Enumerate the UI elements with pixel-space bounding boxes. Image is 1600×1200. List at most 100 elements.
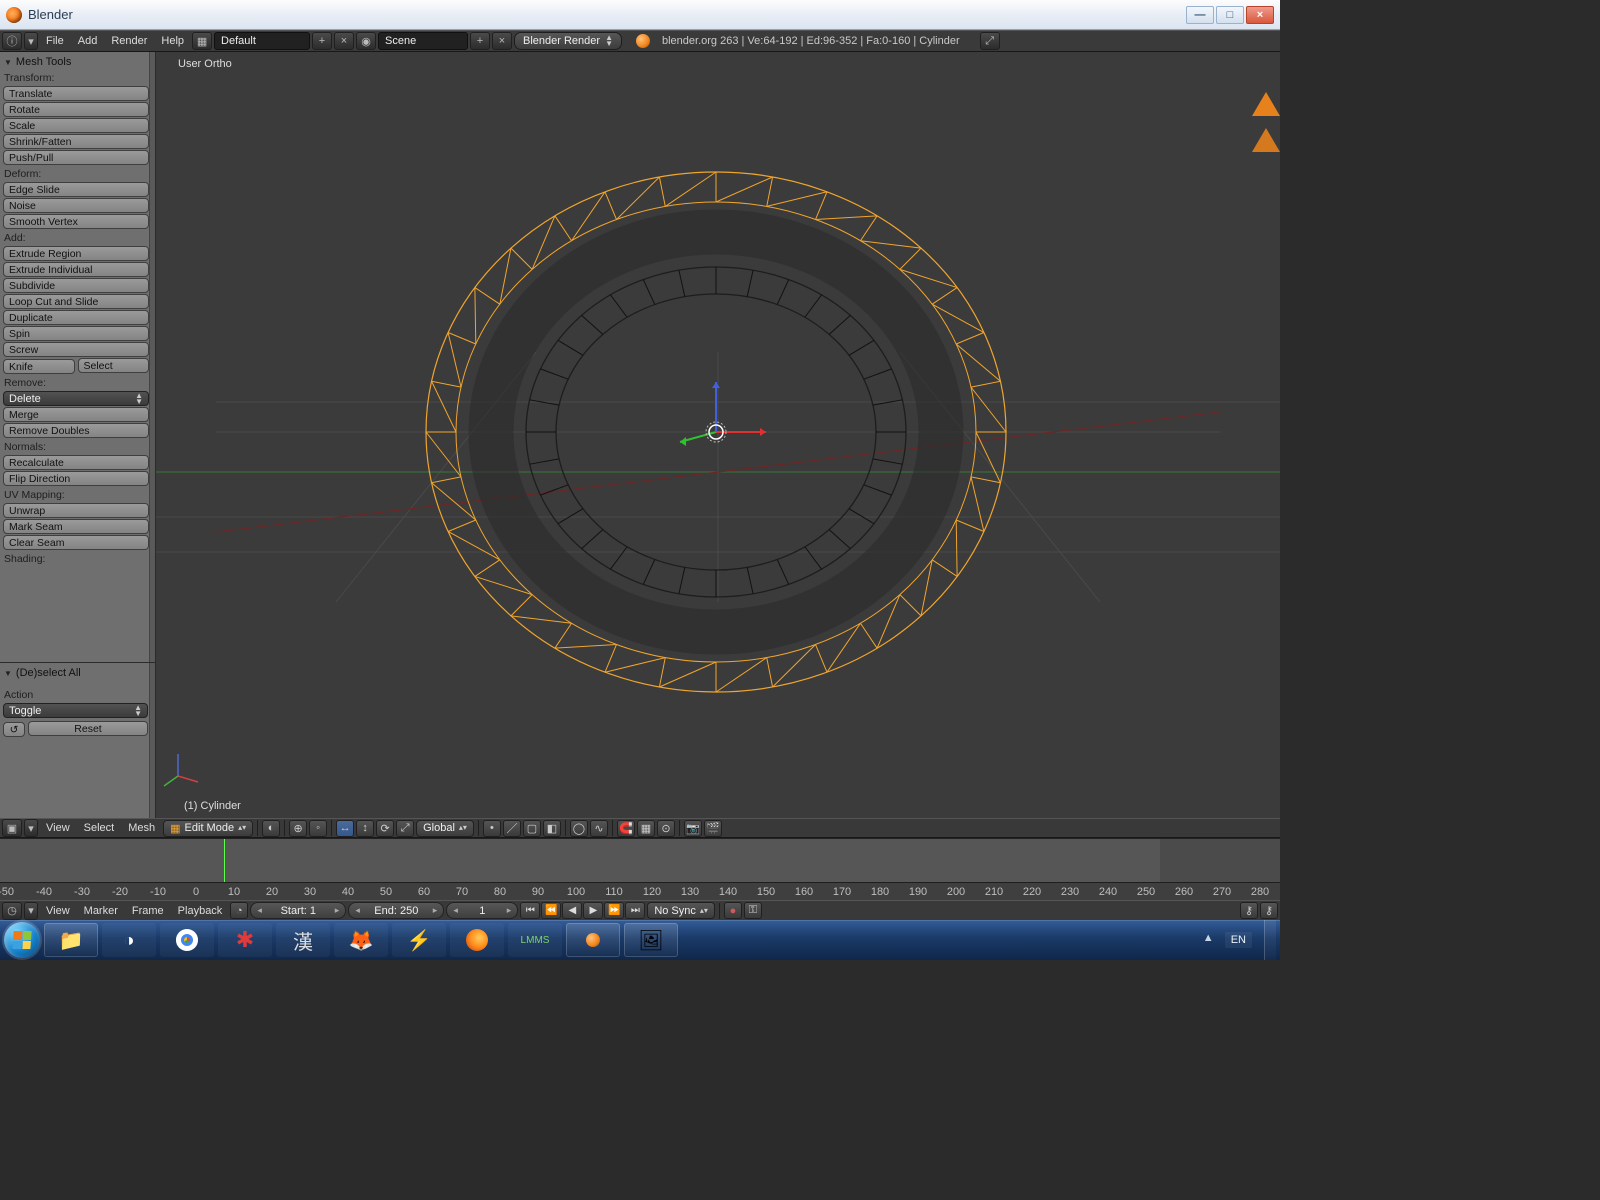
- manipulator-toggle[interactable]: ↔: [336, 820, 354, 837]
- menu-view-tl[interactable]: View: [40, 903, 76, 919]
- task-photo-viewer[interactable]: 🖼: [624, 923, 678, 957]
- spin-button[interactable]: Spin: [3, 326, 149, 341]
- render-engine-dropdown[interactable]: Blender Render ▲▼: [514, 32, 622, 50]
- screw-button[interactable]: Screw: [3, 342, 149, 357]
- keying-set-add-button[interactable]: ⚷: [1240, 902, 1258, 919]
- scene-browse-icon[interactable]: ◉: [356, 32, 376, 50]
- edge-select-button[interactable]: ／: [503, 820, 521, 837]
- task-blender[interactable]: [566, 923, 620, 957]
- knife-button[interactable]: Knife: [3, 359, 75, 374]
- loop-cut-button[interactable]: Loop Cut and Slide: [3, 294, 149, 309]
- opengl-render-anim-button[interactable]: 🎬: [704, 820, 722, 837]
- sync-dropdown[interactable]: No Sync ▴▾: [647, 902, 715, 919]
- header-dropdown-icon[interactable]: ▾: [24, 902, 38, 920]
- push-pull-button[interactable]: Push/Pull: [3, 150, 149, 165]
- timeline-ruler[interactable]: -50-40-30-20-100102030405060708090100110…: [0, 882, 1280, 900]
- operator-preset-button[interactable]: ↺: [3, 722, 25, 737]
- task-winamp[interactable]: ⚡: [392, 923, 446, 957]
- extrude-region-button[interactable]: Extrude Region: [3, 246, 149, 261]
- show-desktop-button[interactable]: [1264, 920, 1276, 960]
- menu-help[interactable]: Help: [155, 33, 190, 50]
- proportional-editing-button[interactable]: ◯: [570, 820, 588, 837]
- menu-render[interactable]: Render: [105, 33, 153, 50]
- scale-button[interactable]: Scale: [3, 118, 149, 133]
- snap-toggle[interactable]: 🧲: [617, 820, 635, 837]
- screen-browse-icon[interactable]: ▦: [192, 32, 212, 50]
- flip-direction-button[interactable]: Flip Direction: [3, 471, 149, 486]
- rotate-button[interactable]: Rotate: [3, 102, 149, 117]
- merge-button[interactable]: Merge: [3, 407, 149, 422]
- play-reverse-button[interactable]: ◀: [562, 902, 582, 919]
- proportional-falloff-button[interactable]: ∿: [590, 820, 608, 837]
- menu-playback[interactable]: Playback: [172, 903, 229, 919]
- task-explorer[interactable]: 📁: [44, 923, 98, 957]
- pivot-dropdown[interactable]: ⊕: [289, 820, 307, 837]
- duplicate-button[interactable]: Duplicate: [3, 310, 149, 325]
- editor-type-timeline-icon[interactable]: ◷: [2, 902, 22, 920]
- menu-file[interactable]: File: [40, 33, 70, 50]
- screen-add-button[interactable]: +: [312, 32, 332, 50]
- start-frame-field[interactable]: ◂Start: 1▸: [250, 902, 346, 919]
- task-chrome[interactable]: [160, 923, 214, 957]
- keying-set-button[interactable]: ⚿: [744, 902, 762, 919]
- tray-up-arrow-icon[interactable]: ▲: [1203, 932, 1219, 948]
- menu-view[interactable]: View: [40, 820, 76, 836]
- viewport-shading-button[interactable]: ◐: [262, 820, 280, 837]
- menu-mesh[interactable]: Mesh: [122, 820, 161, 836]
- menu-marker[interactable]: Marker: [78, 903, 124, 919]
- screen-delete-button[interactable]: ×: [334, 32, 354, 50]
- unwrap-button[interactable]: Unwrap: [3, 503, 149, 518]
- knife-select-button[interactable]: Select: [78, 358, 150, 373]
- jump-to-end-button[interactable]: ⏭: [625, 902, 645, 919]
- keyframe-next-button[interactable]: ⏩: [604, 902, 624, 919]
- transform-orientation-dropdown[interactable]: Global ▴▾: [416, 820, 474, 837]
- task-gimp[interactable]: 🦊: [334, 923, 388, 957]
- task-lmms[interactable]: LMMS: [508, 923, 562, 957]
- mode-dropdown[interactable]: ▦ Edit Mode ▴▾: [163, 820, 253, 837]
- occlude-geometry-button[interactable]: ◧: [543, 820, 561, 837]
- manipulator-translate[interactable]: ↕: [356, 820, 374, 837]
- start-button[interactable]: [4, 922, 40, 958]
- smooth-vertex-button[interactable]: Smooth Vertex: [3, 214, 149, 229]
- timeline-playhead-icon[interactable]: [224, 839, 225, 882]
- window-close-button[interactable]: ×: [1246, 6, 1274, 24]
- translate-button[interactable]: Translate: [3, 86, 149, 101]
- pivot-individual-button[interactable]: ◦: [309, 820, 327, 837]
- jump-to-start-button[interactable]: ⏮: [520, 902, 540, 919]
- window-minimize-button[interactable]: —: [1186, 6, 1214, 24]
- editor-type-view3d-icon[interactable]: ▣: [2, 819, 22, 837]
- recalculate-button[interactable]: Recalculate: [3, 455, 149, 470]
- auto-keyframe-button[interactable]: ●: [724, 902, 742, 919]
- task-steam[interactable]: ◑: [102, 923, 156, 957]
- snap-target-button[interactable]: ⊙: [657, 820, 675, 837]
- timeline-channels[interactable]: [0, 838, 1280, 882]
- task-app-kanji[interactable]: 漢: [276, 923, 330, 957]
- manipulator-scale[interactable]: ⤢: [396, 820, 414, 837]
- end-frame-field[interactable]: ◂End: 250▸: [348, 902, 444, 919]
- menu-frame[interactable]: Frame: [126, 903, 170, 919]
- opengl-render-button[interactable]: 📷: [684, 820, 702, 837]
- edge-slide-button[interactable]: Edge Slide: [3, 182, 149, 197]
- subdivide-button[interactable]: Subdivide: [3, 278, 149, 293]
- screen-layout-field[interactable]: Default: [214, 32, 310, 50]
- header-dropdown-icon[interactable]: ▾: [24, 819, 38, 837]
- snap-element-button[interactable]: ▦: [637, 820, 655, 837]
- menu-add[interactable]: Add: [72, 33, 104, 50]
- window-maximize-button[interactable]: □: [1216, 6, 1244, 24]
- task-firefox[interactable]: [450, 923, 504, 957]
- keyframe-prev-button[interactable]: ⏪: [541, 902, 561, 919]
- mark-seam-button[interactable]: Mark Seam: [3, 519, 149, 534]
- 3d-viewport[interactable]: User Ortho (1) Cylinder: [156, 52, 1280, 818]
- language-indicator[interactable]: EN: [1225, 932, 1252, 948]
- operator-panel-header[interactable]: (De)select All: [2, 665, 149, 681]
- operator-action-dropdown[interactable]: Toggle ▲▼: [3, 703, 148, 718]
- manipulator-rotate[interactable]: ⟳: [376, 820, 394, 837]
- delete-dropdown[interactable]: Delete ▲▼: [3, 391, 149, 406]
- keying-set-remove-button[interactable]: ⚷: [1260, 902, 1278, 919]
- back-to-previous-button[interactable]: ⤢: [980, 32, 1000, 50]
- scene-delete-button[interactable]: ×: [492, 32, 512, 50]
- vertex-select-button[interactable]: •: [483, 820, 501, 837]
- menu-select[interactable]: Select: [78, 820, 121, 836]
- play-button[interactable]: ▶: [583, 902, 603, 919]
- operator-reset-button[interactable]: Reset: [28, 721, 148, 736]
